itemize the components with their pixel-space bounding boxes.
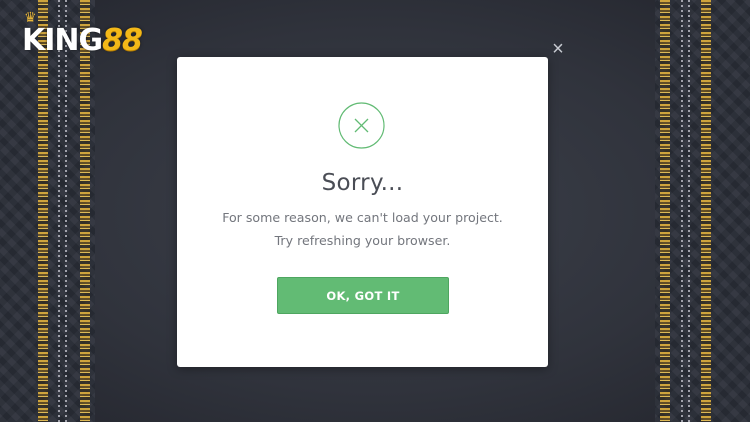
pearl-line: [688, 0, 690, 422]
dialog-message: For some reason, we can't load your proj…: [222, 210, 503, 248]
gold-ornament-strip: [80, 0, 90, 422]
brand-logo: ♛ KING88: [22, 9, 143, 58]
logo-text: KING88: [22, 23, 143, 58]
pearl-line: [58, 0, 60, 422]
crown-icon: ♛: [24, 9, 37, 25]
ok-got-it-button[interactable]: OK, GOT IT: [277, 277, 449, 314]
error-dialog: Sorry... For some reason, we can't load …: [177, 57, 548, 367]
pearl-line: [65, 0, 67, 422]
pearl-line: [681, 0, 683, 422]
right-decorative-panel: [655, 0, 750, 422]
gold-ornament-strip: [701, 0, 711, 422]
x-circle-icon: [338, 102, 385, 149]
logo-text-king: KING: [22, 23, 103, 58]
gold-ornament-strip: [660, 0, 670, 422]
left-decorative-panel: [0, 0, 95, 422]
close-icon[interactable]: ×: [549, 39, 567, 59]
logo-text-88: 88: [102, 23, 143, 58]
gold-ornament-strip: [38, 0, 48, 422]
dialog-title: Sorry...: [321, 170, 404, 196]
